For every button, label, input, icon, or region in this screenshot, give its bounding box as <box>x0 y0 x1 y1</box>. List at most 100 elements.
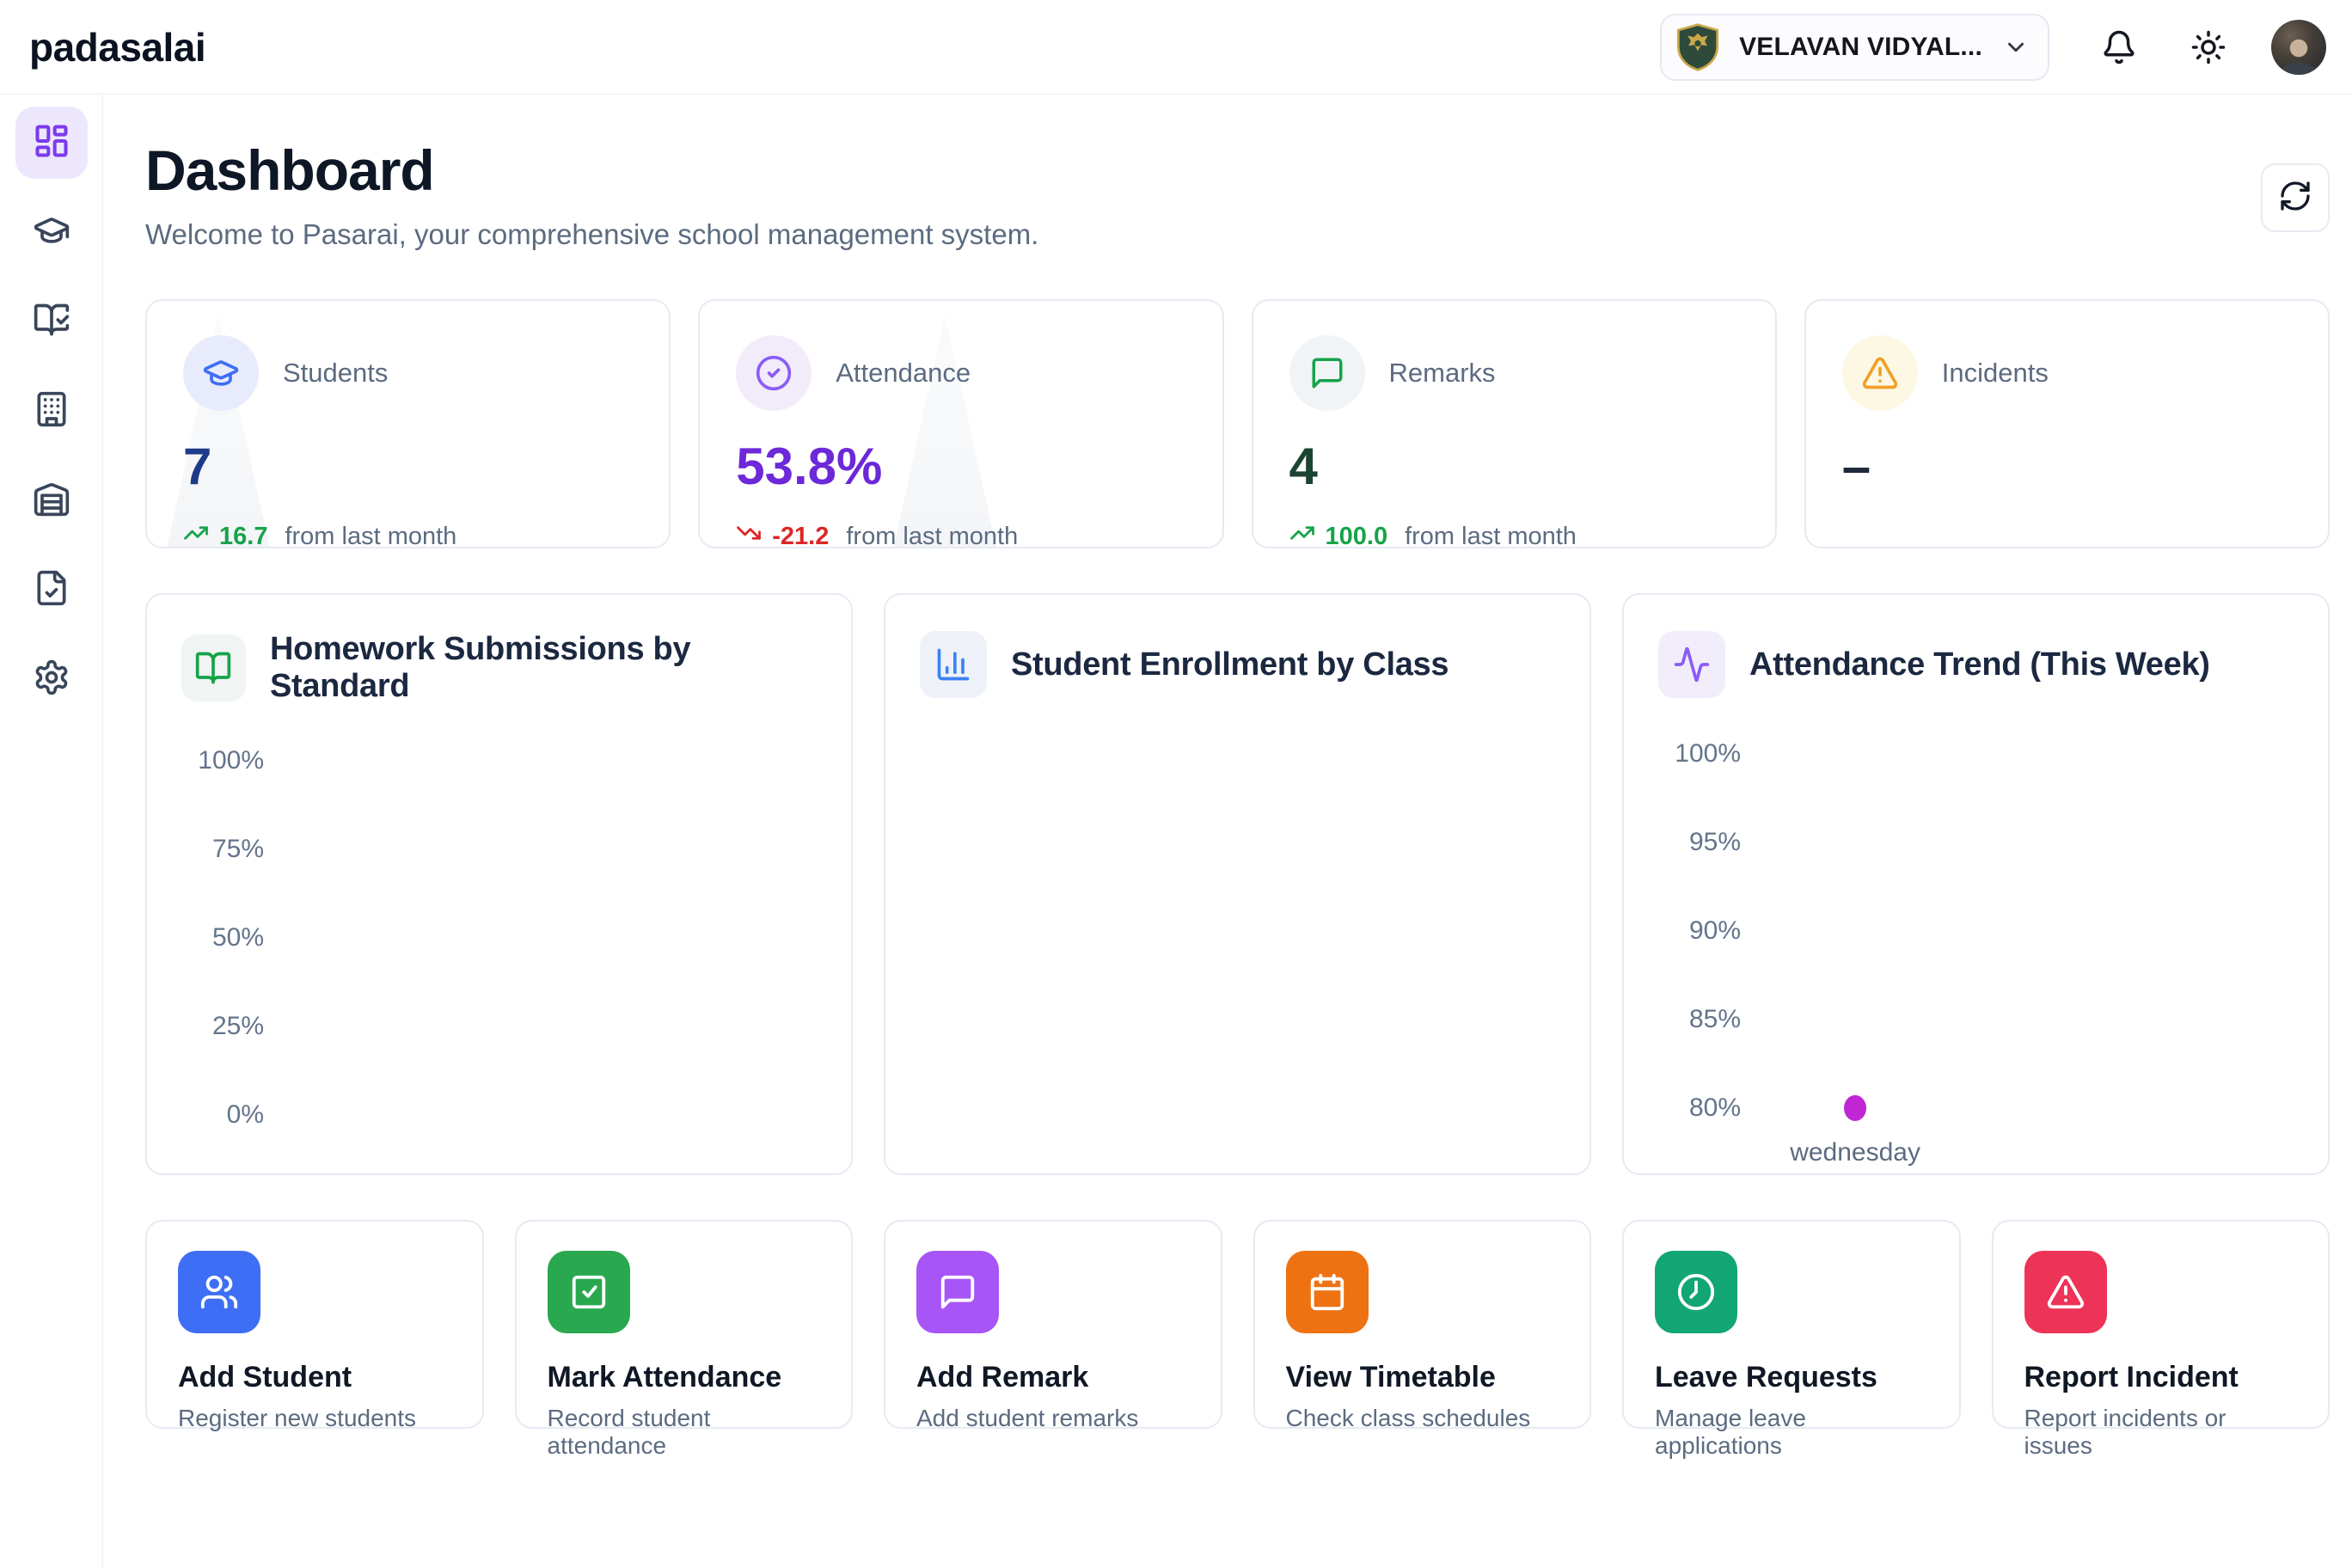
y-axis-tick: 95% <box>1658 828 1741 857</box>
stat-trend-value: 100.0 <box>1326 523 1388 549</box>
warehouse-icon <box>33 480 70 522</box>
stat-trend-suffix: from last month <box>285 523 456 549</box>
graduation-cap-icon <box>183 335 259 411</box>
sidebar-item-library[interactable] <box>15 464 88 536</box>
quick-action-title: View Timetable <box>1286 1361 1559 1394</box>
building-icon <box>33 390 70 432</box>
quick-action-subtitle: Check class schedules <box>1286 1405 1559 1432</box>
gear-icon <box>33 658 70 701</box>
page-subtitle: Welcome to Pasarai, your comprehensive s… <box>145 218 1038 251</box>
chart-title: Attendance Trend (This Week) <box>1749 646 2210 683</box>
trending-down-icon <box>736 520 762 548</box>
alert-triangle-icon <box>1842 335 1918 411</box>
bell-icon[interactable] <box>2101 29 2137 65</box>
message-square-icon <box>1289 335 1365 411</box>
sidebar-item-settings[interactable] <box>15 643 88 715</box>
quick-action-title: Add Remark <box>916 1361 1190 1394</box>
book-open-icon <box>181 634 246 701</box>
clock-icon <box>1655 1251 1737 1333</box>
chart-card-attendance-trend: Attendance Trend (This Week) 100% 95% 90… <box>1622 593 2330 1175</box>
alert-triangle-icon <box>2024 1251 2107 1333</box>
chart-plot-area <box>920 727 1555 1157</box>
page-title: Dashboard <box>145 138 1038 203</box>
dashboard-grid-icon <box>33 122 70 164</box>
stat-value: 4 <box>1289 437 1739 496</box>
message-square-icon <box>916 1251 999 1333</box>
y-axis-tick: 50% <box>181 923 264 952</box>
y-axis-tick: 25% <box>181 1012 264 1041</box>
quick-action-title: Mark Attendance <box>548 1361 821 1394</box>
book-open-check-icon <box>33 301 70 343</box>
chart-card-homework-submissions: Homework Submissions by Standard 100% 75… <box>145 593 853 1175</box>
topbar-actions: VELAVAN VIDYAL... <box>1660 14 2326 81</box>
stat-value: – <box>1842 437 2292 496</box>
stat-trend-suffix: from last month <box>846 523 1018 549</box>
square-check-icon <box>548 1251 630 1333</box>
sidebar-item-homework[interactable] <box>15 285 88 358</box>
stat-value: 7 <box>183 437 633 496</box>
sun-icon[interactable] <box>2190 29 2226 65</box>
main-content: Dashboard Welcome to Pasarai, your compr… <box>103 95 2352 1568</box>
charts-row: Homework Submissions by Standard 100% 75… <box>145 593 2330 1175</box>
user-avatar[interactable] <box>2271 20 2326 75</box>
refresh-icon <box>2278 179 2312 217</box>
stat-trend-suffix: from last month <box>1405 523 1577 549</box>
activity-icon <box>1658 631 1725 698</box>
trending-up-icon <box>1289 520 1315 548</box>
chevron-down-icon <box>2003 34 2029 60</box>
quick-actions-row: Add Student Register new students Mark A… <box>145 1220 2330 1429</box>
quick-action-report-incident[interactable]: Report Incident Report incidents or issu… <box>1992 1220 2331 1429</box>
quick-action-add-remark[interactable]: Add Remark Add student remarks <box>884 1220 1222 1429</box>
y-axis-tick: 80% <box>1658 1093 1741 1123</box>
school-selector-label: VELAVAN VIDYAL... <box>1739 33 1982 62</box>
quick-action-subtitle: Manage leave applications <box>1655 1405 1928 1460</box>
stat-label: Incidents <box>1942 358 2049 389</box>
layout-shell: Dashboard Welcome to Pasarai, your compr… <box>0 95 2352 1568</box>
quick-action-title: Report Incident <box>2024 1361 2298 1394</box>
sidebar-item-reports[interactable] <box>15 554 88 626</box>
quick-action-leave-requests[interactable]: Leave Requests Manage leave applications <box>1622 1220 1961 1429</box>
stat-card-students: Students 7 16.7 from last month <box>145 299 671 548</box>
bar-chart-icon <box>920 631 987 698</box>
stat-value: 53.8% <box>736 437 1185 496</box>
quick-action-view-timetable[interactable]: View Timetable Check class schedules <box>1253 1220 1592 1429</box>
sidebar-item-dashboard[interactable] <box>15 107 88 179</box>
stat-card-incidents: Incidents – <box>1804 299 2330 548</box>
stats-row: Students 7 16.7 from last month <box>145 299 2330 548</box>
school-crest-icon <box>1672 21 1724 73</box>
sidebar-nav <box>0 95 103 1568</box>
y-axis-tick: 90% <box>1658 916 1741 946</box>
quick-action-subtitle: Register new students <box>178 1405 451 1432</box>
quick-action-add-student[interactable]: Add Student Register new students <box>145 1220 484 1429</box>
stat-trend-value: 16.7 <box>219 523 267 549</box>
users-icon <box>178 1251 260 1333</box>
calendar-icon <box>1286 1251 1369 1333</box>
trending-up-icon <box>183 520 209 548</box>
sidebar-item-students[interactable] <box>15 196 88 268</box>
quick-action-subtitle: Report incidents or issues <box>2024 1405 2298 1460</box>
quick-action-title: Leave Requests <box>1655 1361 1928 1394</box>
stat-label: Remarks <box>1389 358 1496 389</box>
sidebar-item-school[interactable] <box>15 375 88 447</box>
x-axis-tick: wednesday <box>1790 1138 1920 1167</box>
stat-label: Attendance <box>836 358 971 389</box>
data-point-wednesday <box>1844 1095 1866 1121</box>
stat-trend-value: -21.2 <box>772 523 829 549</box>
y-axis-tick: 100% <box>1658 739 1741 769</box>
chart-title: Homework Submissions by Standard <box>270 631 817 705</box>
app-logo: padasalai <box>29 24 205 70</box>
graduation-cap-icon <box>33 211 70 254</box>
chart-title: Student Enrollment by Class <box>1011 646 1449 683</box>
topbar: padasalai VELAVAN VIDYAL... <box>0 0 2352 95</box>
school-selector-dropdown[interactable]: VELAVAN VIDYAL... <box>1660 14 2049 81</box>
y-axis-tick: 0% <box>181 1100 264 1130</box>
y-axis-tick: 85% <box>1658 1005 1741 1034</box>
refresh-button[interactable] <box>2261 163 2330 232</box>
y-axis-tick: 75% <box>181 835 264 864</box>
stat-label: Students <box>283 358 388 389</box>
page-header: Dashboard Welcome to Pasarai, your compr… <box>145 138 2330 251</box>
chart-plot-area: 100% 95% 90% 85% 80% wednesday <box>1658 727 2294 1157</box>
quick-action-mark-attendance[interactable]: Mark Attendance Record student attendanc… <box>515 1220 854 1429</box>
stat-card-remarks: Remarks 4 100.0 from last month <box>1252 299 1777 548</box>
chart-plot-area: 100% 75% 50% 25% 0% <box>181 734 817 1164</box>
